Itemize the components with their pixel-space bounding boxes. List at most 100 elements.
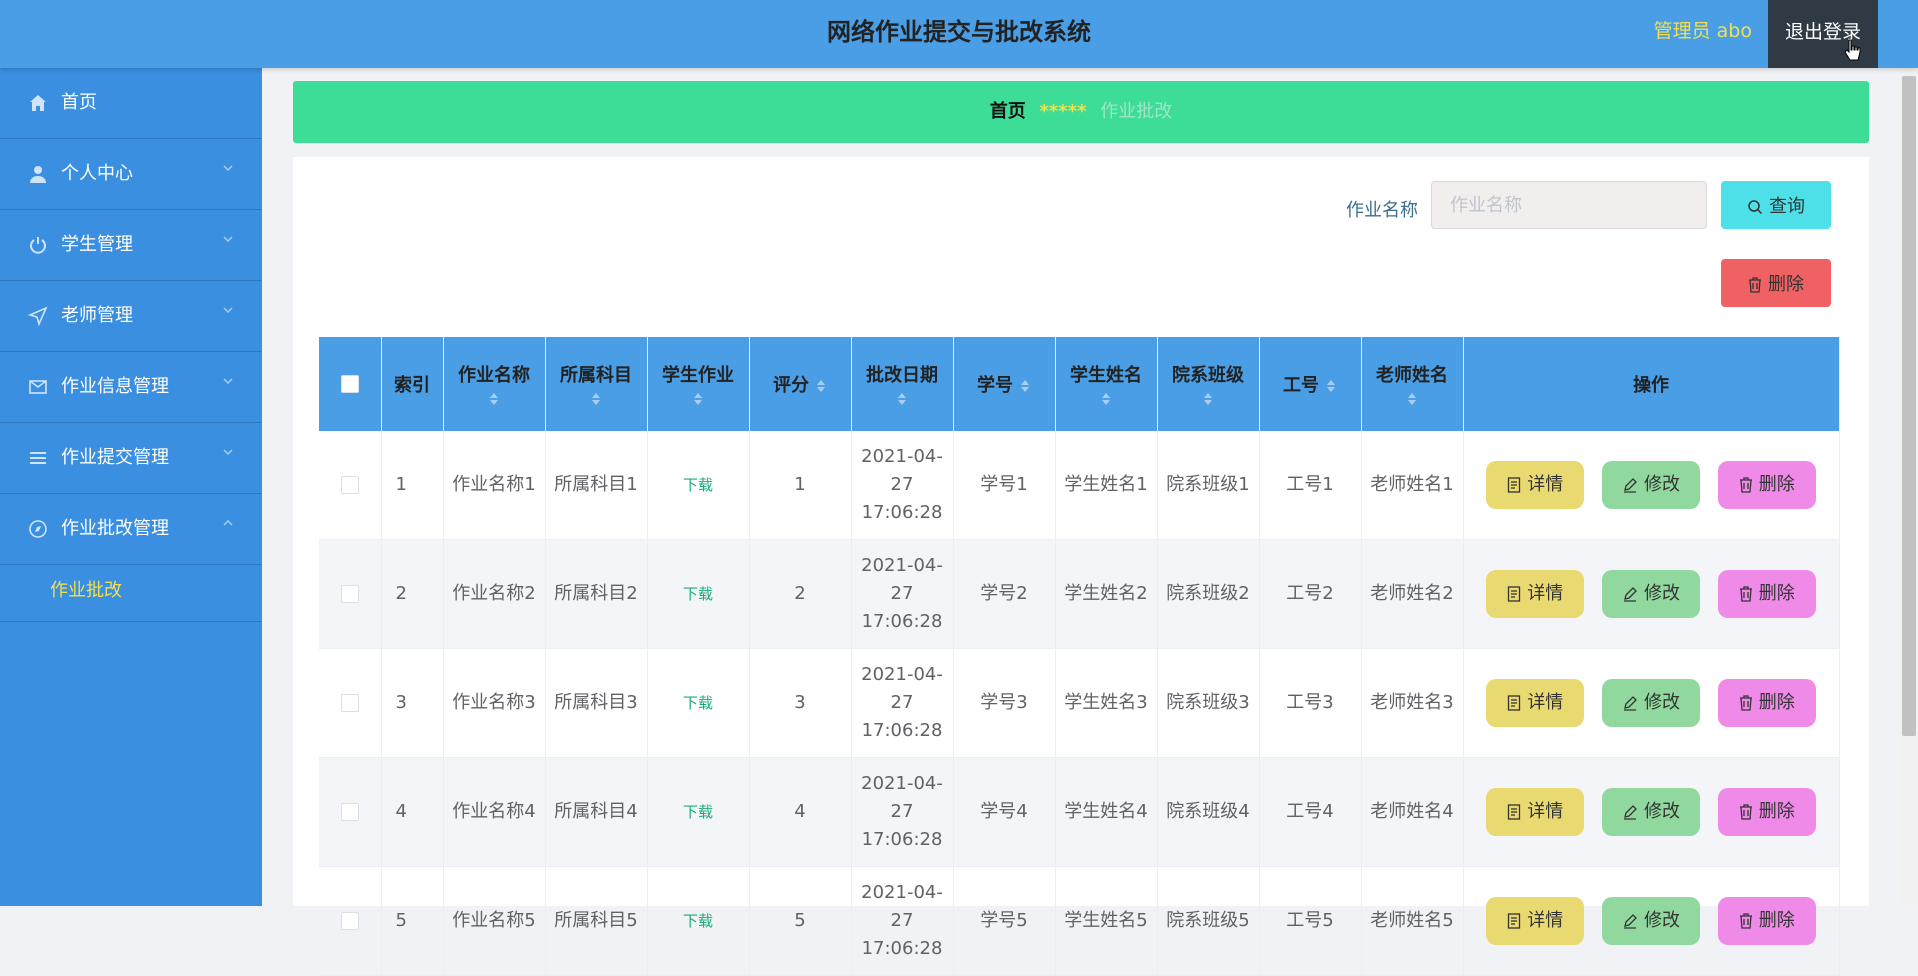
- scrollbar-thumb[interactable]: [1902, 76, 1916, 736]
- edit-button-label: 修改: [1644, 474, 1680, 495]
- row-homework-cell: 下载: [647, 539, 750, 649]
- document-icon: [1508, 477, 1521, 493]
- row-teacher-no: 工号2: [1259, 539, 1362, 649]
- content-panel: 作业名称 查询 删除 索引 作业名称 所属科目 学生作业 评分 批改日期 学号 …: [293, 157, 1869, 976]
- row-teacher-no: 工号5: [1259, 866, 1362, 976]
- sidebar-item-profile[interactable]: 个人中心: [0, 139, 262, 210]
- row-checkbox[interactable]: [340, 803, 359, 821]
- trash-icon: [1739, 586, 1752, 602]
- edit-button[interactable]: 修改: [1602, 897, 1700, 945]
- col-header-label: 作业名称: [458, 365, 530, 386]
- row-delete-button[interactable]: 删除: [1717, 461, 1816, 509]
- detail-button[interactable]: 详情: [1486, 570, 1585, 618]
- select-all-checkbox[interactable]: [340, 375, 359, 393]
- trash-icon: [1739, 804, 1752, 820]
- row-checkbox[interactable]: [340, 476, 359, 494]
- query-button[interactable]: 查询: [1721, 181, 1831, 229]
- row-checkbox[interactable]: [340, 585, 359, 603]
- col-header-label: 评分: [773, 375, 809, 396]
- sort-icon: [898, 393, 906, 405]
- col-header-sortable[interactable]: 老师姓名: [1361, 337, 1464, 431]
- chevron-down-icon: [223, 307, 233, 314]
- download-link[interactable]: 下载: [683, 585, 713, 603]
- row-teacher-name: 老师姓名1: [1361, 431, 1464, 540]
- row-class: 院系班级5: [1157, 866, 1260, 976]
- edit-button-label: 修改: [1644, 801, 1680, 822]
- breadcrumb: 首页 ***** 作业批改: [293, 81, 1869, 143]
- download-link[interactable]: 下载: [683, 912, 713, 930]
- trash-icon: [1749, 277, 1761, 293]
- download-link[interactable]: 下载: [683, 803, 713, 821]
- detail-button[interactable]: 详情: [1486, 461, 1585, 509]
- sidebar-subitem-grading[interactable]: 作业批改: [0, 565, 262, 617]
- col-header-sortable[interactable]: 作业名称: [443, 337, 546, 431]
- sidebar-item-teachers[interactable]: 老师管理: [0, 281, 262, 352]
- col-header-sortable[interactable]: 学号: [953, 337, 1056, 431]
- download-link[interactable]: 下载: [683, 476, 713, 494]
- col-header-sortable[interactable]: 批改日期: [851, 337, 954, 431]
- row-student-no: 学号3: [953, 648, 1056, 758]
- detail-button[interactable]: 详情: [1486, 788, 1585, 836]
- edit-button[interactable]: 修改: [1602, 570, 1700, 618]
- sidebar-item-home[interactable]: 首页: [0, 68, 262, 139]
- admin-label: 管理员 abo: [1653, 20, 1752, 42]
- detail-button[interactable]: 详情: [1486, 679, 1585, 727]
- row-checkbox[interactable]: [340, 694, 359, 712]
- detail-button-label: 详情: [1527, 801, 1564, 822]
- col-header-sortable[interactable]: 学生作业: [647, 337, 750, 431]
- col-header-label: 老师姓名: [1376, 365, 1448, 386]
- row-student-no: 学号4: [953, 757, 1056, 867]
- search-input[interactable]: [1431, 181, 1707, 229]
- row-subject: 所属科目5: [545, 866, 648, 976]
- col-header-sortable[interactable]: 学生姓名: [1055, 337, 1158, 431]
- row-subject: 所属科目3: [545, 648, 648, 758]
- col-header-sortable[interactable]: 所属科目: [545, 337, 648, 431]
- row-date: 2021-04-27 17:06:28: [851, 431, 954, 540]
- sidebar-item-label: 老师管理: [61, 305, 133, 326]
- sidebar-item-homework-grading[interactable]: 作业批改管理: [0, 494, 262, 565]
- col-header-label: 学生作业: [662, 365, 734, 386]
- row-delete-button[interactable]: 删除: [1717, 897, 1816, 945]
- delete-selected-button[interactable]: 删除: [1721, 259, 1831, 307]
- sidebar-item-homework-info[interactable]: 作业信息管理: [0, 352, 262, 423]
- sidebar: 首页 个人中心 学生管理 老师管理 作业信息管理 作业提交管理 作业批改管理 作…: [0, 68, 262, 906]
- pencil-icon: [1624, 587, 1637, 602]
- sort-icon: [1102, 393, 1110, 405]
- row-date: 2021-04-27 17:06:28: [851, 866, 954, 976]
- sidebar-item-label: 个人中心: [61, 163, 133, 184]
- row-delete-button[interactable]: 删除: [1717, 788, 1816, 836]
- page-scrollbar[interactable]: [1900, 68, 1918, 906]
- sort-icon: [1327, 380, 1335, 392]
- edit-button[interactable]: 修改: [1602, 461, 1700, 509]
- detail-button-label: 详情: [1527, 583, 1564, 604]
- power-icon: [30, 237, 46, 254]
- chevron-down-icon: [223, 165, 233, 172]
- edit-button[interactable]: 修改: [1602, 679, 1700, 727]
- row-teacher-name: 老师姓名5: [1361, 866, 1464, 976]
- chevron-down-icon: [223, 449, 233, 456]
- row-checkbox[interactable]: [340, 912, 359, 930]
- col-header-sortable[interactable]: 院系班级: [1157, 337, 1260, 431]
- col-header-sortable[interactable]: 评分: [749, 337, 852, 431]
- col-header-label: 工号: [1283, 375, 1319, 396]
- document-icon: [1508, 695, 1521, 711]
- sidebar-item-homework-submit[interactable]: 作业提交管理: [0, 423, 262, 494]
- trash-icon: [1739, 695, 1752, 711]
- row-student-name: 学生姓名1: [1055, 431, 1158, 540]
- table-row: 3 作业名称3 所属科目3 下载 3 2021-04-27 17:06:28 学…: [319, 648, 1840, 758]
- edit-button[interactable]: 修改: [1602, 788, 1700, 836]
- row-select-cell: [319, 431, 382, 540]
- row-delete-button-label: 删除: [1758, 474, 1795, 495]
- col-header: 操作: [1463, 337, 1840, 431]
- detail-button[interactable]: 详情: [1486, 897, 1585, 945]
- row-delete-button[interactable]: 删除: [1717, 570, 1816, 618]
- row-student-name: 学生姓名5: [1055, 866, 1158, 976]
- col-header-sortable[interactable]: 工号: [1259, 337, 1362, 431]
- download-link[interactable]: 下载: [683, 694, 713, 712]
- row-actions: 详情 修改 删除: [1463, 648, 1840, 758]
- row-delete-button[interactable]: 删除: [1717, 679, 1816, 727]
- sidebar-item-students[interactable]: 学生管理: [0, 210, 262, 281]
- row-subject: 所属科目2: [545, 539, 648, 649]
- pencil-icon: [1624, 478, 1637, 493]
- breadcrumb-home[interactable]: 首页: [990, 101, 1026, 122]
